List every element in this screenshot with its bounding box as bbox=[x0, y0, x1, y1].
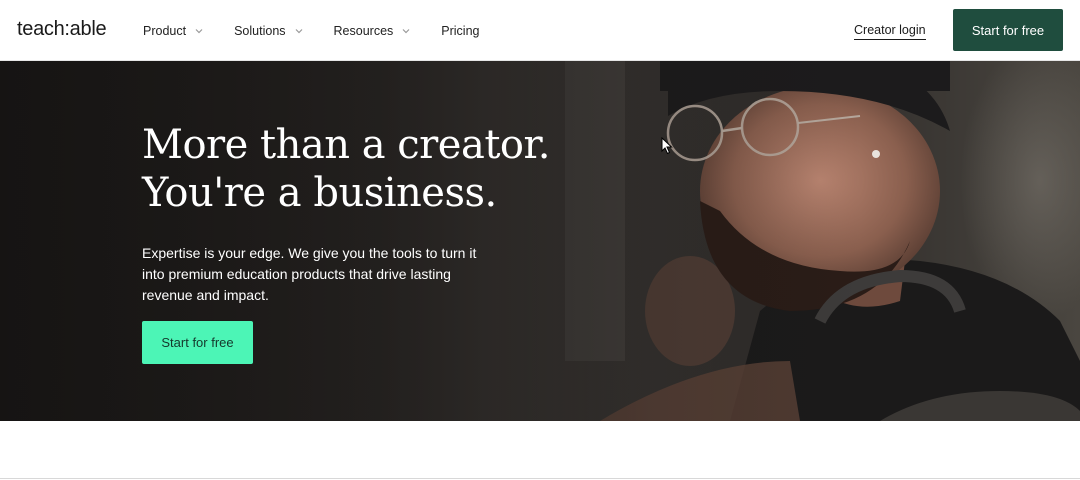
creator-login-link[interactable]: Creator login bbox=[854, 23, 926, 40]
hero-subtitle: Expertise is your edge. We give you the … bbox=[142, 245, 477, 303]
header-start-free-button[interactable]: Start for free bbox=[953, 9, 1063, 51]
nav-item-label: Resources bbox=[333, 23, 394, 38]
hero-start-free-button[interactable]: Start for free bbox=[142, 321, 253, 364]
nav-item-pricing[interactable]: Pricing bbox=[441, 24, 479, 38]
below-hero-area bbox=[0, 421, 1080, 480]
nav-item-solutions[interactable]: Solutions bbox=[234, 24, 303, 38]
nav-item-resources[interactable]: Resources bbox=[334, 24, 412, 38]
nav-item-product[interactable]: Product bbox=[143, 24, 204, 38]
chevron-down-icon bbox=[294, 26, 304, 36]
section-divider bbox=[0, 478, 1080, 479]
hero-overlay bbox=[0, 61, 1080, 421]
teachable-logo[interactable]: teach:able bbox=[17, 18, 107, 41]
mouse-pointer-icon bbox=[661, 136, 673, 155]
main-nav: Product Solutions Resources Pricing bbox=[143, 0, 510, 61]
hero-section: More than a creator. You're a business. … bbox=[0, 61, 1080, 421]
nav-item-label: Solutions bbox=[234, 23, 286, 38]
hero-heading: More than a creator. You're a business. bbox=[142, 121, 550, 217]
hero-heading-line1: More than a creator. bbox=[142, 122, 550, 168]
nav-item-label: Pricing bbox=[441, 23, 480, 38]
nav-item-label: Product bbox=[143, 23, 187, 38]
hero-heading-line2: You're a business. bbox=[142, 170, 497, 216]
site-header: teach:able Product Solutions Resources P… bbox=[0, 0, 1080, 61]
chevron-down-icon bbox=[194, 26, 204, 36]
chevron-down-icon bbox=[401, 26, 411, 36]
